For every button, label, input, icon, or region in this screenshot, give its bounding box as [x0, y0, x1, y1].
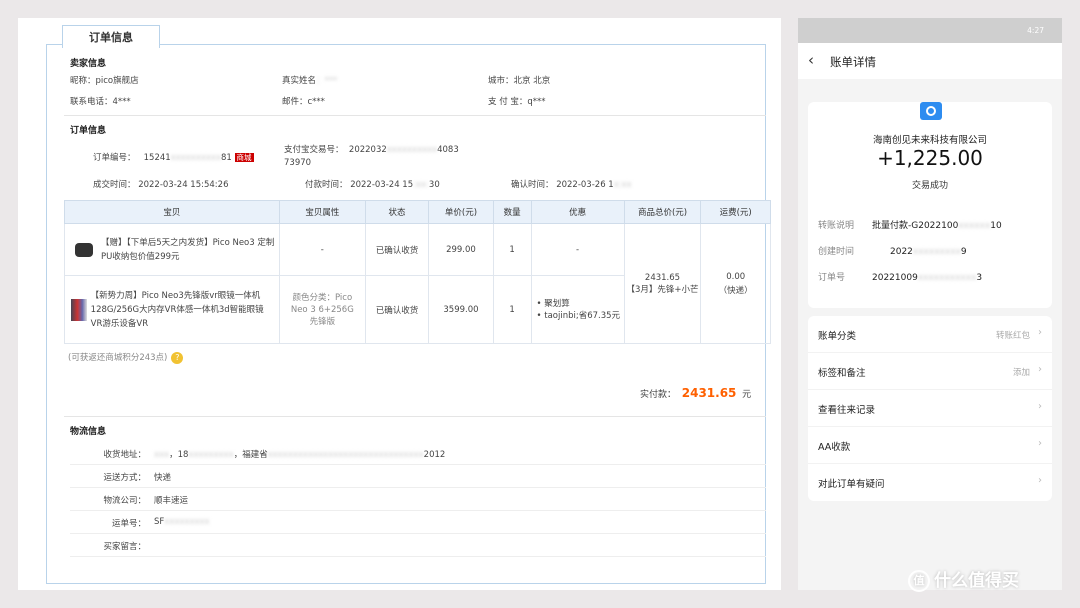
shipping-note: （快递） — [718, 285, 753, 296]
bill-menu-card: 账单分类 转账红包 › 标签和备注 添加 › 查看往来记录 › AA收款 › 对此订单有疑问… — [808, 316, 1052, 501]
help-icon[interactable]: ? — [171, 352, 184, 364]
item-status: 已确认收货 — [364, 223, 430, 276]
paid-value: 2431.65 — [681, 386, 737, 400]
col-shipping: 运费(元) — [700, 200, 771, 224]
order-total-note: 【3月】先锋+小芒 — [626, 284, 699, 295]
status-bar: 4:27 — [798, 18, 1062, 43]
paid-amount: 实付款： 2431.65 元 — [640, 386, 752, 400]
mall-badge: 商城 — [234, 153, 254, 162]
status-time: 4:27 — [1027, 26, 1044, 35]
table-header: 宝贝 宝贝属性 状态 单价(元) 数量 优惠 商品总价(元) 运费(元) — [64, 200, 771, 224]
seller-email: 邮件：c*** — [282, 97, 325, 107]
product-thumbnail[interactable] — [75, 242, 93, 257]
seller-realname: 真实姓名：*** — [282, 76, 338, 86]
merchant-name: 海南创见未来科技有限公司 — [872, 135, 987, 146]
points-remark: (可获返还商城积分243点)? — [68, 351, 184, 364]
chevron-right-icon: › — [1038, 475, 1042, 486]
chevron-right-icon: › — [1038, 401, 1042, 412]
logistics-row: 买家留言： — [70, 534, 766, 557]
order-page: 订单信息 卖家信息 昵称：pico旗舰店 真实姓名：*** 城市：北京 北京 联… — [18, 18, 781, 590]
product-link[interactable]: 【赠】【下单后5天之内发货】Pico Neo3 定制PU收纳包价值299元 — [101, 236, 275, 264]
col-qty: 数量 — [492, 200, 532, 224]
chevron-right-icon: › — [1038, 327, 1042, 338]
menu-item-history[interactable]: 查看往来记录 › — [808, 390, 1052, 427]
shipping-cell: 0.00 （快递） — [700, 223, 771, 344]
menu-item-tags[interactable]: 标签和备注 添加 › — [808, 353, 1052, 390]
item-cell: 【赠】【下单后5天之内发货】Pico Neo3 定制PU收纳包价值299元 — [64, 223, 280, 276]
item-cell: 【新势力周】Pico Neo3先锋版vr眼镜一体机128G/256G大内存VR体… — [64, 275, 280, 344]
bill-summary-card: 海南创见未来科技有限公司 +1,225.00 交易成功 转账说明 批量付款-G20… — [808, 102, 1052, 308]
item-price: 299.00 — [428, 223, 494, 276]
discount-line: • taojinbi;省67.35元 — [536, 310, 621, 321]
menu-item-question[interactable]: 对此订单有疑问 › — [808, 464, 1052, 501]
menu-item-aa[interactable]: AA收款 › — [808, 427, 1052, 464]
item-attr: 颜色分类：Pico Neo 3 6+256G 先锋版 — [278, 275, 366, 344]
bill-status: 交易成功 — [911, 181, 948, 191]
bill-amount: +1,225.00 — [877, 146, 983, 170]
confirm-time: 确认时间： 2022-03-26 1x:xx — [511, 180, 632, 190]
chevron-right-icon: › — [1038, 364, 1042, 375]
logistics-section-title: 物流信息 — [70, 427, 107, 437]
item-qty: 1 — [492, 275, 532, 344]
back-icon[interactable]: ‹ — [808, 51, 814, 69]
order-table: 宝贝 宝贝属性 状态 单价(元) 数量 优惠 商品总价(元) 运费(元) 【赠】… — [64, 200, 771, 344]
discount-line: • 聚划算 — [536, 298, 570, 309]
logistics-row: 运送方式： 快递 — [70, 465, 766, 488]
alipay-trade-no: 支付宝交易号： 2022032xxxxxxxxxx4083 73970 — [284, 145, 459, 168]
col-attr: 宝贝属性 — [278, 200, 366, 224]
logistics-row: 运单号： SFxxxxxxxxx — [70, 511, 766, 534]
detail-row: 订单号 20221009xxxxxxxxxxx3 — [818, 273, 983, 283]
divider — [64, 416, 766, 417]
col-discount: 优惠 — [530, 200, 625, 224]
item-qty: 1 — [492, 223, 532, 276]
bill-detail-screen: 4:27 ‹ 账单详情 海南创见未来科技有限公司 +1,225.00 交易成功 … — [798, 18, 1062, 590]
item-price: 3599.00 — [428, 275, 494, 344]
product-thumbnail[interactable] — [71, 298, 87, 321]
order-section-title: 订单信息 — [70, 126, 107, 136]
watermark: 值什么值得买 — [908, 566, 1019, 592]
chevron-right-icon: › — [1038, 438, 1042, 449]
col-price: 单价(元) — [428, 200, 494, 224]
product-link[interactable]: 【新势力周】Pico Neo3先锋版vr眼镜一体机128G/256G大内存VR体… — [91, 289, 275, 331]
item-discount: - — [530, 223, 625, 276]
col-total: 商品总价(元) — [623, 200, 702, 224]
detail-row: 创建时间 2022xxxxxxxxx9 — [818, 247, 967, 257]
seller-phone: 联系电话：4*** — [70, 97, 131, 107]
watermark-logo-icon: 值 — [908, 570, 930, 592]
seller-alipay: 支 付 宝：q*** — [488, 97, 546, 107]
tab-order-info[interactable]: 订单信息 — [62, 25, 160, 48]
logistics-row: 收货地址： xxx，18xxxxxxxxx，福建省xxxxxxxxxxxxxxx… — [70, 442, 766, 465]
menu-item-category[interactable]: 账单分类 转账红包 › — [808, 316, 1052, 353]
seller-section-title: 卖家信息 — [70, 59, 107, 69]
merchant-logo-icon — [920, 102, 942, 120]
page-title: 账单详情 — [830, 55, 876, 69]
order-number: 订单编号： 15241xxxxxxxxxx81 商城 — [93, 153, 254, 163]
col-item: 宝贝 — [64, 200, 280, 224]
detail-row: 转账说明 批量付款-G2022100xxxxxx10 — [818, 221, 1002, 231]
item-discount: • 聚划算 • taojinbi;省67.35元 — [530, 275, 625, 344]
nav-bar: ‹ 账单详情 — [798, 43, 1062, 79]
order-total: 2431.65 — [644, 272, 681, 283]
divider — [64, 115, 766, 116]
order-total-cell: 2431.65 【3月】先锋+小芒 — [623, 223, 702, 344]
pay-time: 付款时间： 2022-03-24 15:xx:30 — [305, 180, 440, 190]
deal-time: 成交时间： 2022-03-24 15:54:26 — [93, 180, 229, 190]
col-status: 状态 — [364, 200, 430, 224]
seller-nick: 昵称：pico旗舰店 — [70, 76, 139, 86]
table-row: 【赠】【下单后5天之内发货】Pico Neo3 定制PU收纳包价值299元 - … — [64, 223, 771, 344]
item-attr: - — [278, 223, 366, 276]
logistics-row: 物流公司： 顺丰速运 — [70, 488, 766, 511]
item-status: 已确认收货 — [364, 275, 430, 344]
shipping-fee: 0.00 — [726, 271, 746, 282]
seller-city: 城市：北京 北京 — [488, 76, 551, 86]
